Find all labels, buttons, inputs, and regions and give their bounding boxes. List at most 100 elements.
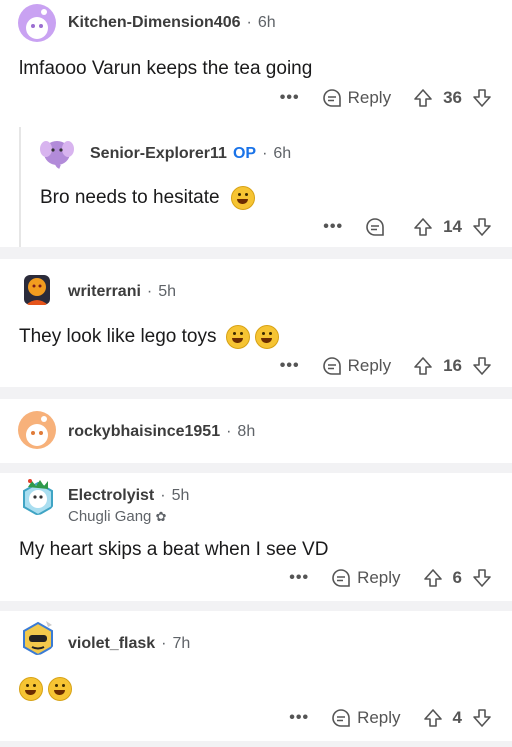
- downvote-icon[interactable]: [472, 356, 492, 376]
- upvote-icon[interactable]: [413, 88, 433, 108]
- avatar[interactable]: [38, 133, 76, 171]
- dot-separator: ·: [246, 14, 252, 31]
- timestamp: 5h: [158, 283, 177, 300]
- comment-actions: ••• Reply 16: [280, 353, 492, 379]
- comment-meta: Electrolyist · 5h: [68, 487, 189, 505]
- rofl-emoji-icon: [48, 677, 73, 701]
- more-options-icon[interactable]: •••: [289, 569, 309, 587]
- thread-line: [19, 127, 21, 247]
- comment-senior-explorer11: Senior-Explorer11 OP · 6h Bro needs to hesi…: [0, 127, 512, 247]
- monster-avatar-icon: [23, 479, 53, 515]
- divider: [0, 463, 512, 473]
- username[interactable]: rockybhaisince1951: [68, 423, 220, 440]
- timestamp: 8h: [237, 423, 256, 440]
- vote-control: 6: [423, 568, 492, 588]
- dot-separator: ·: [146, 283, 153, 300]
- divider: [0, 601, 512, 611]
- more-options-icon[interactable]: •••: [280, 89, 300, 107]
- elephant-avatar-icon: [40, 141, 74, 169]
- reply-button[interactable]: Reply: [322, 356, 391, 376]
- comment-body: lmfaooo Varun keeps the tea going: [19, 58, 313, 79]
- comment-kitchen-dimension406: Kitchen-Dimension406 · 6h lmfaooo Varun ke…: [0, 0, 512, 127]
- reply-label: Reply: [347, 356, 392, 375]
- reply-label: Reply: [347, 88, 392, 107]
- comment-body: They look like lego toys: [19, 325, 280, 349]
- reply-button[interactable]: Reply: [322, 88, 391, 108]
- username[interactable]: writerrani: [68, 283, 141, 300]
- comment-body: My heart skips a beat when I see VD: [19, 539, 329, 560]
- dot-separator: ·: [161, 635, 167, 652]
- avatar[interactable]: [18, 269, 56, 307]
- more-options-icon[interactable]: •••: [323, 218, 343, 236]
- comment-body: [19, 677, 73, 701]
- upvote-icon[interactable]: [423, 708, 443, 728]
- reply-icon: [322, 89, 341, 107]
- reply-button[interactable]: [365, 217, 391, 237]
- comment-actions: ••• Reply 4: [289, 705, 492, 731]
- downvote-icon[interactable]: [472, 217, 492, 237]
- upvote-icon[interactable]: [413, 356, 433, 376]
- comment-meta: Kitchen-Dimension406 · 6h: [68, 14, 276, 32]
- vote-count: 36: [443, 88, 462, 107]
- avatar[interactable]: [18, 617, 56, 655]
- laughing-emoji-icon: [230, 186, 255, 210]
- avatar[interactable]: [18, 411, 56, 449]
- comment-meta: rockybhaisince1951 · 8h: [68, 423, 255, 441]
- vote-control: 16: [413, 356, 492, 376]
- snoo-avatar-icon: [26, 416, 48, 446]
- comment-meta: Senior-Explorer11 OP · 6h: [90, 145, 291, 163]
- comment-actions: ••• Reply 6: [289, 565, 492, 591]
- downvote-icon[interactable]: [472, 708, 492, 728]
- vote-count: 4: [452, 708, 462, 727]
- downvote-icon[interactable]: [472, 88, 492, 108]
- reply-button[interactable]: Reply: [331, 568, 401, 588]
- comment-writerrani: writerrani · 5h They look like lego toys •…: [0, 259, 512, 387]
- comment-violet-flask: violet_flask · 7h ••• Reply 4: [0, 611, 512, 747]
- username[interactable]: Senior-Explorer11: [90, 145, 227, 162]
- rofl-emoji-icon: [19, 677, 43, 701]
- comment-meta: violet_flask · 7h: [68, 635, 190, 653]
- vote-control: 4: [423, 708, 492, 728]
- vote-count: 14: [443, 217, 462, 236]
- avatar[interactable]: [18, 477, 56, 515]
- comment-meta: writerrani · 5h: [68, 283, 176, 301]
- reply-label: Reply: [357, 568, 401, 587]
- reply-icon: [366, 218, 384, 236]
- downvote-icon[interactable]: [472, 568, 492, 588]
- reply-icon: [332, 569, 350, 587]
- vote-count: 16: [443, 356, 462, 375]
- comment-rockybhaisince1951[interactable]: rockybhaisince1951 · 8h: [0, 399, 512, 463]
- username[interactable]: Electrolyist: [68, 487, 154, 504]
- comment-text: Bro needs to hesitate: [40, 187, 220, 209]
- comment-text: They look like lego toys: [19, 326, 217, 348]
- divider: [0, 387, 512, 399]
- username[interactable]: violet_flask: [68, 635, 155, 652]
- grinning-squint-emoji-icon: [225, 325, 250, 349]
- grinning-squint-emoji-icon: [255, 325, 280, 349]
- divider: [0, 741, 512, 747]
- timestamp: 6h: [273, 145, 292, 162]
- avatar[interactable]: [18, 4, 56, 42]
- user-flair: Chugli Gang ✿: [68, 508, 166, 525]
- reply-icon: [322, 357, 341, 375]
- comment-electrolyist: Electrolyist · 5h Chugli Gang ✿ My heart s…: [0, 473, 512, 601]
- robot-avatar-icon: [23, 621, 53, 655]
- reply-icon: [332, 709, 350, 727]
- username[interactable]: Kitchen-Dimension406: [68, 14, 240, 31]
- comment-actions: ••• 14: [323, 214, 492, 240]
- reply-label: Reply: [357, 708, 401, 727]
- upvote-icon[interactable]: [423, 568, 443, 588]
- more-options-icon[interactable]: •••: [289, 709, 309, 727]
- timestamp: 5h: [171, 487, 190, 504]
- flair-emoji-icon: ✿: [155, 509, 167, 524]
- upvote-icon[interactable]: [413, 217, 433, 237]
- dot-separator: ·: [160, 487, 166, 504]
- op-badge: OP: [232, 145, 257, 162]
- reply-button[interactable]: Reply: [331, 708, 401, 728]
- dot-separator: ·: [226, 423, 232, 440]
- comment-actions: ••• Reply 36: [280, 85, 492, 111]
- snoo-avatar-icon: [26, 9, 48, 39]
- more-options-icon[interactable]: •••: [280, 357, 300, 375]
- vote-control: 14: [413, 217, 492, 237]
- writer-avatar-icon: [24, 275, 50, 305]
